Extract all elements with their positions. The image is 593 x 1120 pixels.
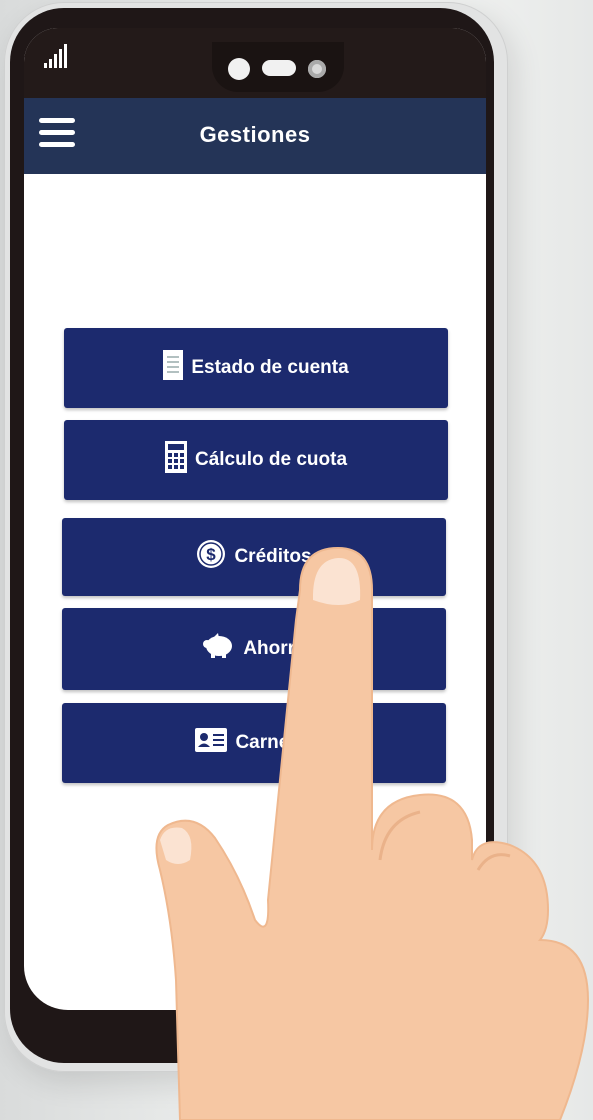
pointing-hand-illustration [155,546,590,1120]
